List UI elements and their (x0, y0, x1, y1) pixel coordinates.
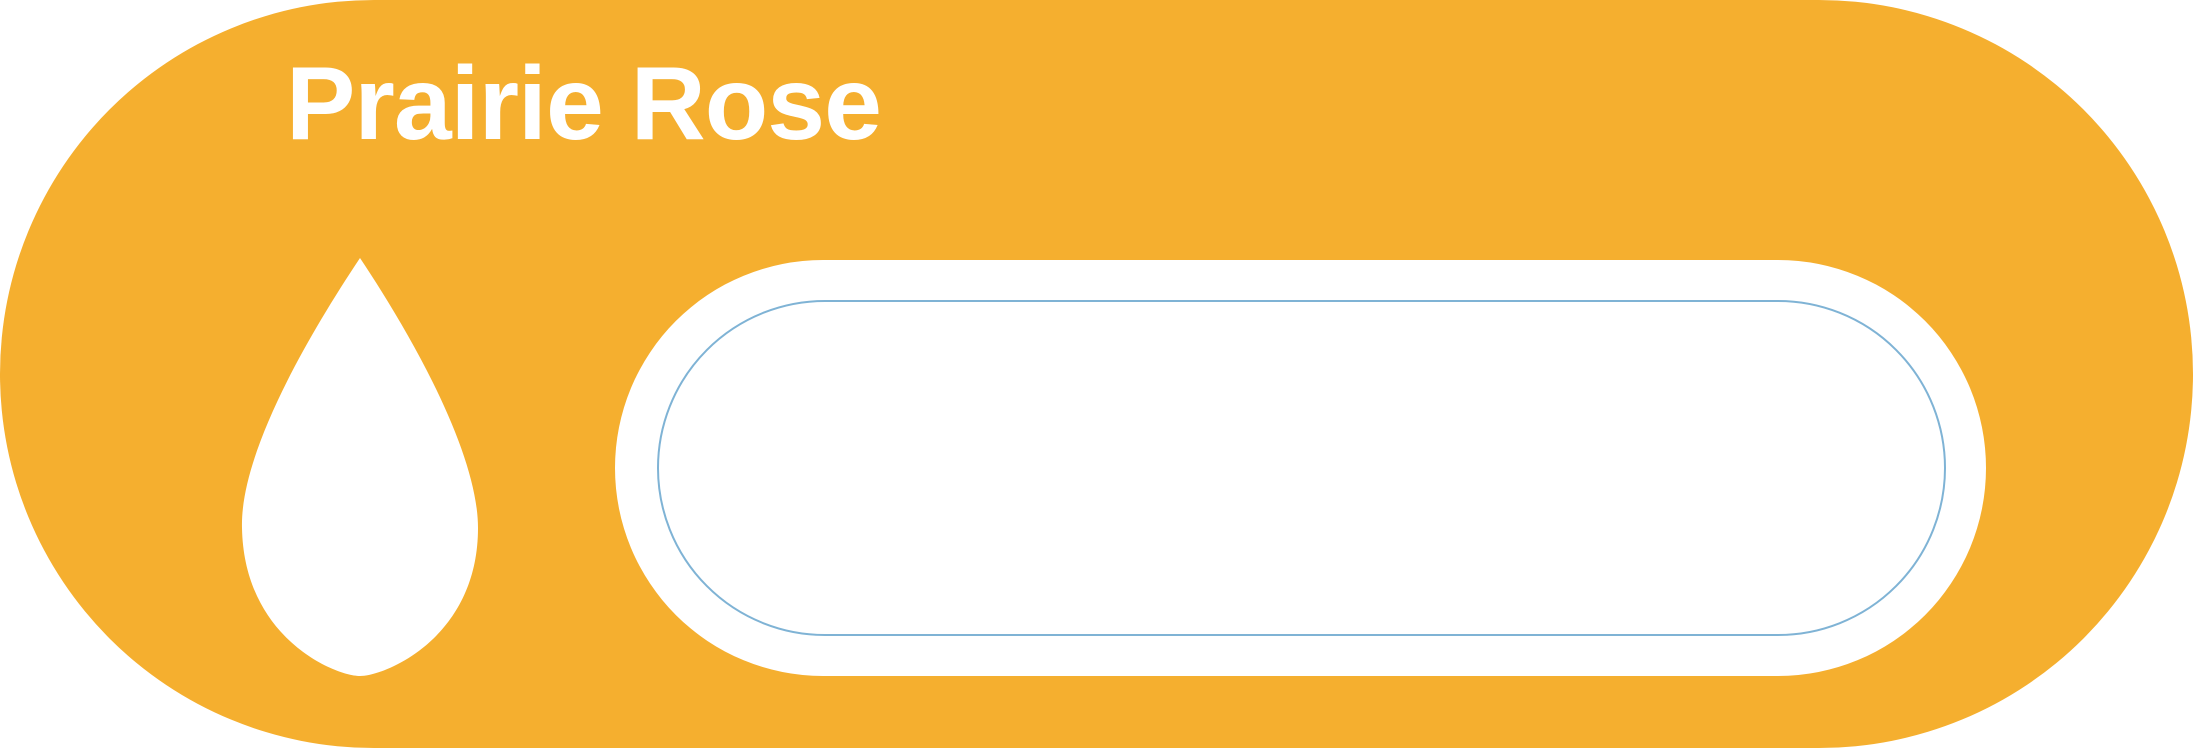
plant-name: Prairie Rose (286, 46, 882, 162)
input-field[interactable] (657, 300, 1946, 636)
water-drop-icon (241, 258, 478, 676)
